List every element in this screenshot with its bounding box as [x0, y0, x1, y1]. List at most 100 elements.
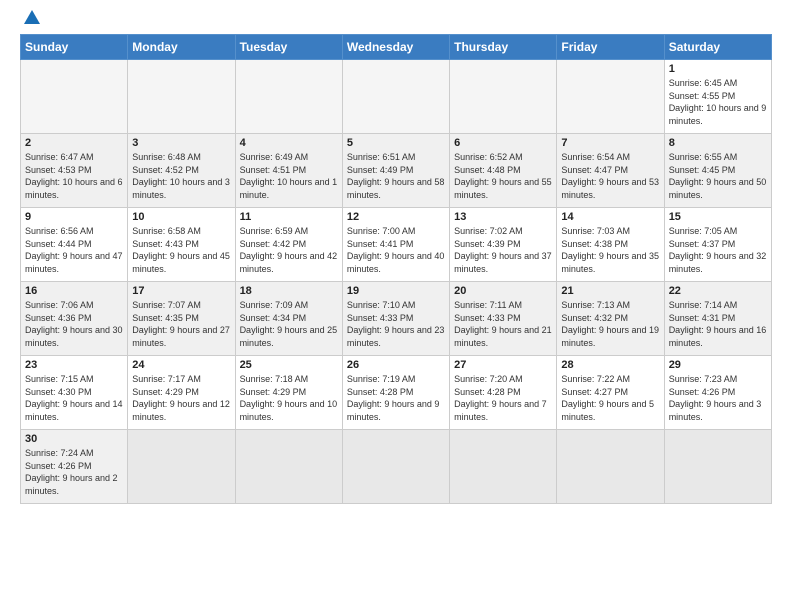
day-number: 14 [561, 211, 659, 223]
day-number: 15 [669, 211, 767, 223]
day-info: Sunrise: 7:11 AM Sunset: 4:33 PM Dayligh… [454, 299, 552, 349]
day-info: Sunrise: 6:56 AM Sunset: 4:44 PM Dayligh… [25, 225, 123, 275]
day-number: 28 [561, 359, 659, 371]
calendar-cell: 21 Sunrise: 7:13 AM Sunset: 4:32 PM Dayli… [557, 282, 664, 356]
calendar: SundayMondayTuesdayWednesdayThursdayFrid… [20, 34, 772, 504]
day-info: Sunrise: 7:22 AM Sunset: 4:27 PM Dayligh… [561, 373, 659, 423]
calendar-header-friday: Friday [557, 35, 664, 60]
calendar-cell: 13 Sunrise: 7:02 AM Sunset: 4:39 PM Dayli… [450, 208, 557, 282]
day-number: 17 [132, 285, 230, 297]
day-info: Sunrise: 6:51 AM Sunset: 4:49 PM Dayligh… [347, 151, 445, 201]
day-number: 22 [669, 285, 767, 297]
calendar-cell: 24 Sunrise: 7:17 AM Sunset: 4:29 PM Dayli… [128, 356, 235, 430]
day-info: Sunrise: 7:09 AM Sunset: 4:34 PM Dayligh… [240, 299, 338, 349]
calendar-cell [128, 60, 235, 134]
day-number: 11 [240, 211, 338, 223]
day-info: Sunrise: 7:06 AM Sunset: 4:36 PM Dayligh… [25, 299, 123, 349]
day-info: Sunrise: 7:02 AM Sunset: 4:39 PM Dayligh… [454, 225, 552, 275]
day-info: Sunrise: 7:10 AM Sunset: 4:33 PM Dayligh… [347, 299, 445, 349]
calendar-cell [21, 60, 128, 134]
day-number: 4 [240, 137, 338, 149]
calendar-cell: 8 Sunrise: 6:55 AM Sunset: 4:45 PM Daylig… [664, 134, 771, 208]
day-number: 3 [132, 137, 230, 149]
day-number: 24 [132, 359, 230, 371]
day-info: Sunrise: 6:55 AM Sunset: 4:45 PM Dayligh… [669, 151, 767, 201]
day-number: 16 [25, 285, 123, 297]
calendar-cell [557, 60, 664, 134]
day-info: Sunrise: 7:19 AM Sunset: 4:28 PM Dayligh… [347, 373, 445, 423]
day-number: 7 [561, 137, 659, 149]
day-info: Sunrise: 7:13 AM Sunset: 4:32 PM Dayligh… [561, 299, 659, 349]
calendar-cell [450, 430, 557, 504]
day-info: Sunrise: 6:49 AM Sunset: 4:51 PM Dayligh… [240, 151, 338, 201]
calendar-header-tuesday: Tuesday [235, 35, 342, 60]
calendar-cell: 18 Sunrise: 7:09 AM Sunset: 4:34 PM Dayli… [235, 282, 342, 356]
calendar-cell: 4 Sunrise: 6:49 AM Sunset: 4:51 PM Daylig… [235, 134, 342, 208]
logo-icon [20, 16, 40, 24]
day-info: Sunrise: 7:17 AM Sunset: 4:29 PM Dayligh… [132, 373, 230, 423]
calendar-week-row-5: 23Sunrise: 7:15 AM Sunset: 4:30 PM Dayli… [21, 356, 772, 430]
day-info: Sunrise: 7:03 AM Sunset: 4:38 PM Dayligh… [561, 225, 659, 275]
page: SundayMondayTuesdayWednesdayThursdayFrid… [0, 0, 792, 514]
day-number: 23 [25, 359, 123, 371]
calendar-cell: 11 Sunrise: 6:59 AM Sunset: 4:42 PM Dayli… [235, 208, 342, 282]
calendar-cell: 25Sunrise: 7:18 AM Sunset: 4:29 PM Dayli… [235, 356, 342, 430]
day-number: 18 [240, 285, 338, 297]
day-number: 19 [347, 285, 445, 297]
calendar-cell: 2Sunrise: 6:47 AM Sunset: 4:53 PM Daylig… [21, 134, 128, 208]
day-number: 10 [132, 211, 230, 223]
day-number: 5 [347, 137, 445, 149]
calendar-cell [450, 60, 557, 134]
calendar-cell: 12Sunrise: 7:00 AM Sunset: 4:41 PM Dayli… [342, 208, 449, 282]
calendar-header-row: SundayMondayTuesdayWednesdayThursdayFrid… [21, 35, 772, 60]
calendar-header-wednesday: Wednesday [342, 35, 449, 60]
day-number: 9 [25, 211, 123, 223]
calendar-cell [342, 430, 449, 504]
calendar-cell: 22Sunrise: 7:14 AM Sunset: 4:31 PM Dayli… [664, 282, 771, 356]
calendar-cell [128, 430, 235, 504]
calendar-cell: 16 Sunrise: 7:06 AM Sunset: 4:36 PM Dayli… [21, 282, 128, 356]
calendar-cell: 17 Sunrise: 7:07 AM Sunset: 4:35 PM Dayli… [128, 282, 235, 356]
logo [20, 16, 40, 24]
calendar-week-row-1: 1Sunrise: 6:45 AM Sunset: 4:55 PM Daylig… [21, 60, 772, 134]
calendar-cell [664, 430, 771, 504]
calendar-header-monday: Monday [128, 35, 235, 60]
calendar-cell: 19 Sunrise: 7:10 AM Sunset: 4:33 PM Dayli… [342, 282, 449, 356]
calendar-cell: 29 Sunrise: 7:23 AM Sunset: 4:26 PM Dayli… [664, 356, 771, 430]
day-info: Sunrise: 7:05 AM Sunset: 4:37 PM Dayligh… [669, 225, 767, 275]
calendar-cell: 27Sunrise: 7:20 AM Sunset: 4:28 PM Dayli… [450, 356, 557, 430]
calendar-cell [342, 60, 449, 134]
day-info: Sunrise: 7:07 AM Sunset: 4:35 PM Dayligh… [132, 299, 230, 349]
calendar-cell: 9 Sunrise: 6:56 AM Sunset: 4:44 PM Daylig… [21, 208, 128, 282]
day-number: 26 [347, 359, 445, 371]
day-info: Sunrise: 6:59 AM Sunset: 4:42 PM Dayligh… [240, 225, 338, 275]
day-info: Sunrise: 6:54 AM Sunset: 4:47 PM Dayligh… [561, 151, 659, 201]
calendar-cell: 14 Sunrise: 7:03 AM Sunset: 4:38 PM Dayli… [557, 208, 664, 282]
day-info: Sunrise: 6:48 AM Sunset: 4:52 PM Dayligh… [132, 151, 230, 201]
day-info: Sunrise: 7:23 AM Sunset: 4:26 PM Dayligh… [669, 373, 767, 423]
calendar-cell [235, 60, 342, 134]
day-number: 13 [454, 211, 552, 223]
calendar-cell: 20Sunrise: 7:11 AM Sunset: 4:33 PM Dayli… [450, 282, 557, 356]
day-info: Sunrise: 6:52 AM Sunset: 4:48 PM Dayligh… [454, 151, 552, 201]
day-info: Sunrise: 7:24 AM Sunset: 4:26 PM Dayligh… [25, 447, 123, 497]
calendar-cell [235, 430, 342, 504]
day-number: 29 [669, 359, 767, 371]
calendar-week-row-6: 30Sunrise: 7:24 AM Sunset: 4:26 PM Dayli… [21, 430, 772, 504]
header [20, 16, 772, 24]
day-number: 6 [454, 137, 552, 149]
calendar-week-row-4: 16 Sunrise: 7:06 AM Sunset: 4:36 PM Dayli… [21, 282, 772, 356]
calendar-cell: 28 Sunrise: 7:22 AM Sunset: 4:27 PM Dayli… [557, 356, 664, 430]
calendar-header-saturday: Saturday [664, 35, 771, 60]
day-number: 21 [561, 285, 659, 297]
day-number: 2 [25, 137, 123, 149]
day-info: Sunrise: 6:45 AM Sunset: 4:55 PM Dayligh… [669, 77, 767, 127]
calendar-cell [557, 430, 664, 504]
calendar-cell: 10Sunrise: 6:58 AM Sunset: 4:43 PM Dayli… [128, 208, 235, 282]
calendar-header-thursday: Thursday [450, 35, 557, 60]
calendar-header-sunday: Sunday [21, 35, 128, 60]
day-number: 8 [669, 137, 767, 149]
day-number: 25 [240, 359, 338, 371]
calendar-cell: 3 Sunrise: 6:48 AM Sunset: 4:52 PM Daylig… [128, 134, 235, 208]
calendar-cell: 7 Sunrise: 6:54 AM Sunset: 4:47 PM Daylig… [557, 134, 664, 208]
